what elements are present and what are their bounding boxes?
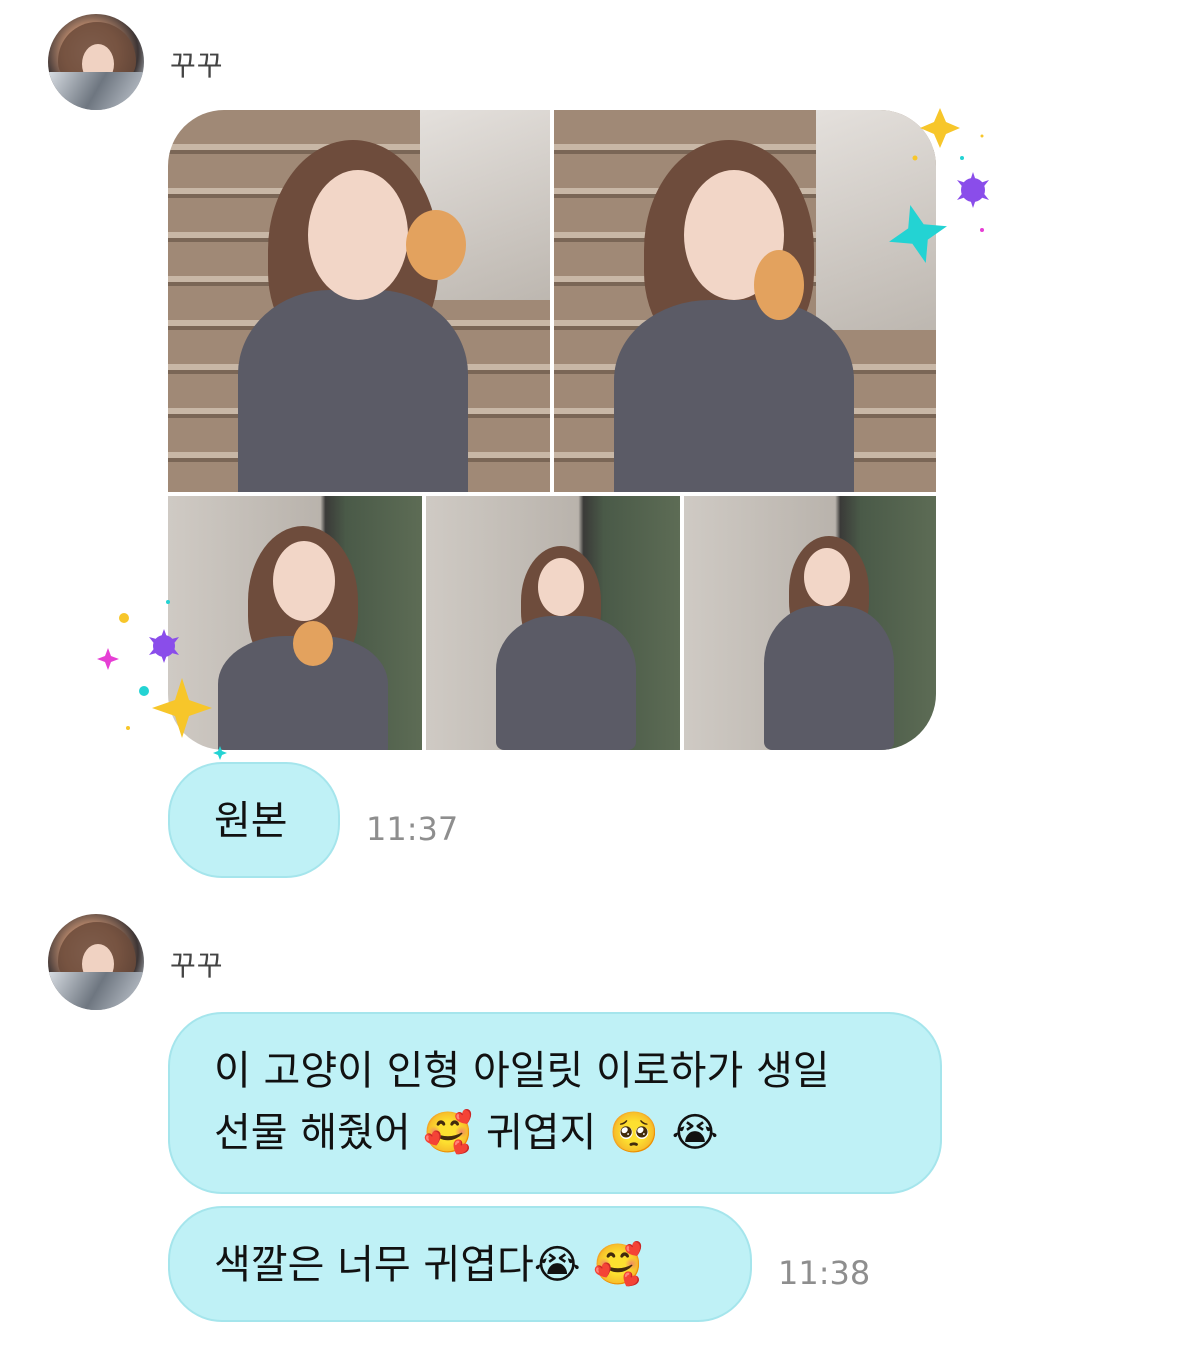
sparkle-decoration-bottom bbox=[97, 600, 227, 760]
message-text-line-1: 이 고양이 인형 아일릿 이로하가 생일 bbox=[214, 1048, 830, 1094]
sender-name: 꾸꾸 bbox=[170, 49, 224, 82]
message-bubble-original[interactable]: 원본 bbox=[168, 762, 340, 878]
photo-4[interactable] bbox=[426, 496, 680, 750]
sender-avatar[interactable] bbox=[48, 914, 144, 1010]
message-text: 원본 bbox=[214, 798, 288, 844]
sender-name: 꾸꾸 bbox=[170, 949, 224, 982]
message-bubble-color[interactable]: 색깔은 너무 귀엽다😭 🥰 bbox=[168, 1206, 752, 1322]
message-time: 11:38 bbox=[778, 1254, 871, 1292]
photo-1[interactable] bbox=[168, 110, 550, 492]
message-bubble-gift[interactable]: 이 고양이 인형 아일릿 이로하가 생일 선물 해줬어 🥰 귀엽지 🥺 😭 bbox=[168, 1012, 942, 1194]
message-text-line-2: 선물 해줬어 🥰 귀엽지 🥺 😭 bbox=[214, 1110, 719, 1156]
sender-avatar[interactable] bbox=[48, 14, 144, 110]
photo-album[interactable] bbox=[168, 110, 936, 750]
sparkle-decoration-top bbox=[889, 108, 989, 263]
photo-5[interactable] bbox=[684, 496, 936, 750]
message-text: 색깔은 너무 귀엽다😭 🥰 bbox=[214, 1242, 644, 1288]
message-time: 11:37 bbox=[366, 810, 459, 848]
